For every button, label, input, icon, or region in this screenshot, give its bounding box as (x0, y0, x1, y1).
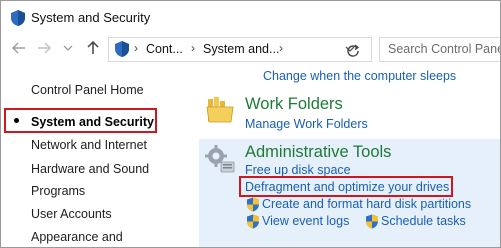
recent-locations-chevron-icon[interactable] (59, 39, 77, 57)
sidebar-item-user-accounts[interactable]: User Accounts (31, 207, 112, 221)
refresh-icon[interactable] (345, 43, 361, 59)
control-panel-shield-icon (113, 40, 131, 58)
title-bar: System and Security (1, 1, 500, 34)
work-folders-icon (205, 95, 235, 130)
search-box[interactable]: Search Control Pane (379, 37, 500, 62)
uac-shield-icon (246, 197, 260, 212)
schedule-tasks-link[interactable]: Schedule tasks (381, 214, 466, 228)
navigation-bar: › Cont... › System and... › Search Contr… (1, 34, 500, 64)
window-title: System and Security (31, 10, 151, 25)
administrative-tools-title[interactable]: Administrative Tools (245, 143, 391, 162)
forward-arrow-icon[interactable] (35, 39, 53, 57)
control-panel-shield-icon (9, 9, 27, 27)
uac-shield-icon (246, 214, 260, 229)
sidebar-item-system-and-security[interactable]: System and Security (31, 115, 154, 129)
window: System and Security › Cont... › System a… (0, 0, 501, 248)
address-bar[interactable]: › Cont... › System and... › (108, 37, 372, 62)
create-format-partitions-link[interactable]: Create and format hard disk partitions (262, 197, 471, 211)
change-sleep-link[interactable]: Change when the computer sleeps (263, 69, 456, 83)
breadcrumb-separator-icon[interactable]: › (134, 41, 138, 55)
sidebar-item-control-panel-home[interactable]: Control Panel Home (31, 83, 144, 97)
back-arrow-icon[interactable] (10, 39, 28, 57)
search-input[interactable]: Search Control Pane (388, 42, 500, 56)
sidebar-item-hardware-and-sound[interactable]: Hardware and Sound (31, 162, 149, 176)
free-up-disk-space-link[interactable]: Free up disk space (245, 163, 351, 177)
active-bullet-icon (14, 118, 19, 123)
administrative-tools-icon (204, 143, 236, 180)
work-folders-title[interactable]: Work Folders (245, 95, 343, 114)
sidebar: Control Panel Home System and Security N… (1, 64, 197, 247)
breadcrumb-system-and-security[interactable]: System and... (203, 42, 279, 56)
defragment-drives-link[interactable]: Defragment and optimize your drives (245, 180, 449, 194)
main-content: Change when the computer sleeps Work Fol… (199, 64, 500, 247)
view-event-logs-link[interactable]: View event logs (262, 214, 349, 228)
sidebar-item-network-and-internet[interactable]: Network and Internet (31, 138, 147, 152)
sidebar-item-appearance[interactable]: Appearance and (31, 230, 123, 244)
breadcrumb-separator-icon[interactable]: › (279, 41, 283, 55)
sidebar-item-programs[interactable]: Programs (31, 184, 85, 198)
uac-shield-icon (365, 214, 379, 229)
up-arrow-icon[interactable] (84, 39, 102, 57)
breadcrumb-separator-icon[interactable]: › (191, 41, 195, 55)
manage-work-folders-link[interactable]: Manage Work Folders (245, 117, 368, 131)
breadcrumb-control-panel[interactable]: Cont... (146, 42, 183, 56)
